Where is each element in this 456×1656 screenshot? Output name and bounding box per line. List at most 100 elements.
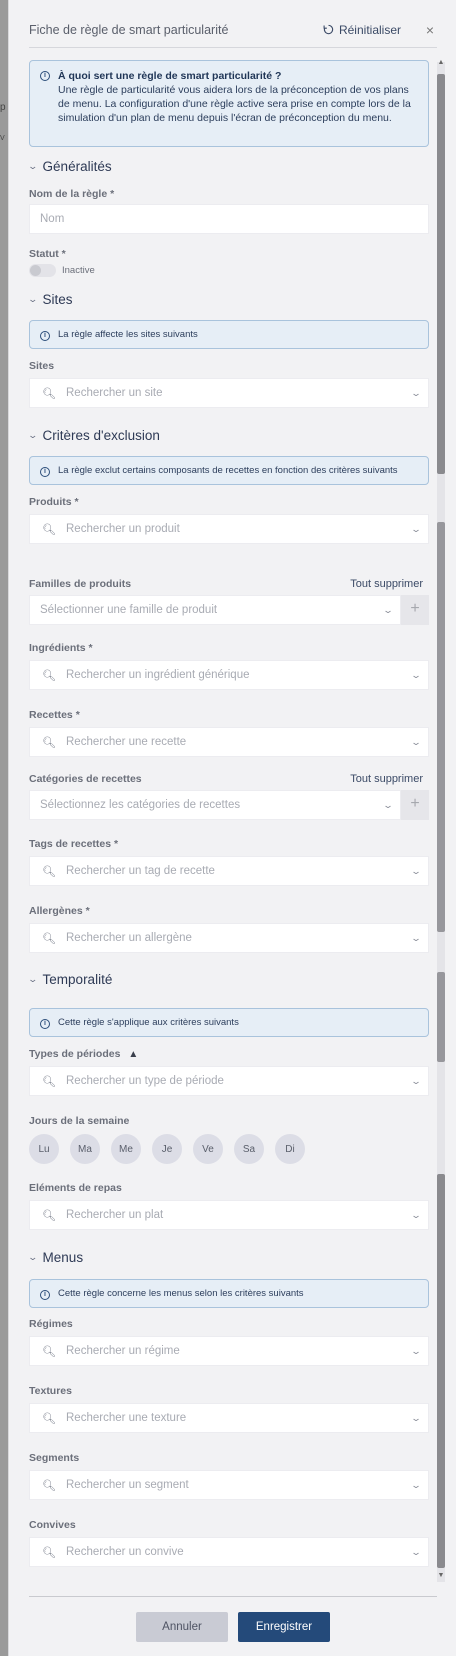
info-icon: i xyxy=(40,1289,50,1300)
section-menus[interactable]: ⌄ Menus xyxy=(29,1246,429,1268)
chevron-down-icon[interactable]: ⌄ xyxy=(370,605,406,616)
recipe-tags-label: Tags de recettes * xyxy=(29,838,119,850)
scrollbar-thumb[interactable] xyxy=(437,522,445,932)
chevron-down-icon[interactable]: ⌄ xyxy=(398,933,434,944)
scrollbar[interactable]: ▲ ▼ xyxy=(437,59,445,1582)
save-button[interactable]: Enregistrer xyxy=(238,1611,330,1642)
families-label: Familles de produits Tout supprimer xyxy=(29,578,423,590)
sites-info-box: i La règle affecte les sites suivants xyxy=(29,320,429,349)
scroll-up-icon[interactable]: ▲ xyxy=(437,59,445,66)
weekday-saturday[interactable]: Sa xyxy=(234,1134,264,1164)
section-sites[interactable]: ⌄ Sites xyxy=(29,288,429,310)
chevron-down-icon[interactable]: ⌄ xyxy=(398,1346,434,1357)
section-exclusion[interactable]: ⌄ Critères d'exclusion xyxy=(29,424,429,446)
ingredients-label: Ingrédients * xyxy=(29,642,93,654)
scrollbar-thumb[interactable] xyxy=(437,972,445,1062)
reset-button[interactable]: Réinitialiser xyxy=(323,23,401,37)
reset-icon xyxy=(323,24,334,35)
families-clear-link[interactable]: Tout supprimer xyxy=(350,578,423,590)
status-label: Statut * xyxy=(29,248,66,260)
weekday-wednesday[interactable]: Me xyxy=(111,1134,141,1164)
chevron-down-icon[interactable]: ⌄ xyxy=(398,670,434,681)
panel-footer: Annuler Enregistrer xyxy=(29,1596,437,1656)
search-icon: 🔍︎ xyxy=(42,1209,56,1222)
scroll-down-icon[interactable]: ▼ xyxy=(437,1572,445,1579)
rule-name-placeholder: Nom xyxy=(40,213,65,225)
cancel-button[interactable]: Annuler xyxy=(136,1611,228,1642)
chevron-down-icon[interactable]: ⌄ xyxy=(398,1076,434,1087)
allergens-select[interactable]: 🔍︎ Rechercher un allergène ⌄ xyxy=(29,923,429,953)
close-icon[interactable]: × xyxy=(423,22,437,38)
periods-select[interactable]: 🔍︎ Rechercher un type de période ⌄ xyxy=(29,1066,429,1096)
search-icon: 🔍︎ xyxy=(42,932,56,945)
sites-label: Sites xyxy=(29,360,55,372)
chevron-down-icon[interactable]: ⌄ xyxy=(398,388,434,399)
chevron-down-icon: ⌄ xyxy=(29,294,38,305)
intro-info-box: i À quoi sert une règle de smart particu… xyxy=(29,60,429,147)
weekday-thursday[interactable]: Je xyxy=(152,1134,182,1164)
section-exclusion-title: Critères d'exclusion xyxy=(42,427,160,443)
families-placeholder: Sélectionner une famille de produit xyxy=(40,604,218,616)
recipe-categories-select[interactable]: Sélectionnez les catégories de recettes … xyxy=(29,790,401,820)
search-icon: 🔍︎ xyxy=(42,523,56,536)
weekday-tuesday[interactable]: Ma xyxy=(70,1134,100,1164)
meal-elements-placeholder: Rechercher un plat xyxy=(66,1209,164,1221)
sites-info-text: La règle affecte les sites suivants xyxy=(58,328,198,340)
guests-placeholder: Rechercher un convive xyxy=(66,1546,184,1558)
scrollbar-thumb[interactable] xyxy=(437,74,445,474)
chevron-down-icon: ⌄ xyxy=(29,161,38,172)
status-toggle[interactable]: Inactive xyxy=(29,264,429,277)
chevron-down-icon[interactable]: ⌄ xyxy=(398,524,434,535)
form-scroll-area[interactable]: i À quoi sert une règle de smart particu… xyxy=(29,48,437,1596)
temporality-info-text: Cette règle s'applique aux critères suiv… xyxy=(58,1016,239,1028)
chevron-down-icon[interactable]: ⌄ xyxy=(398,1480,434,1491)
chevron-down-icon[interactable]: ⌄ xyxy=(398,1210,434,1221)
meal-elements-select[interactable]: 🔍︎ Rechercher un plat ⌄ xyxy=(29,1200,429,1230)
rule-name-input[interactable]: Nom xyxy=(29,204,429,234)
chevron-down-icon: ⌄ xyxy=(29,1252,38,1263)
search-icon: 🔍︎ xyxy=(42,1479,56,1492)
recipe-categories-clear-link[interactable]: Tout supprimer xyxy=(350,773,423,785)
recipe-tags-select[interactable]: 🔍︎ Rechercher un tag de recette ⌄ xyxy=(29,856,429,886)
info-icon: i xyxy=(40,330,50,341)
info-icon: i xyxy=(40,1018,50,1029)
weekday-friday[interactable]: Ve xyxy=(193,1134,223,1164)
segments-select[interactable]: 🔍︎ Rechercher un segment ⌄ xyxy=(29,1470,429,1500)
textures-label: Textures xyxy=(29,1385,72,1397)
section-general[interactable]: ⌄ Généralités xyxy=(29,155,429,177)
menus-info-box: i Cette règle concerne les menus selon l… xyxy=(29,1279,429,1308)
section-sites-title: Sites xyxy=(42,291,73,307)
diets-label: Régimes xyxy=(29,1318,73,1330)
chevron-down-icon[interactable]: ⌄ xyxy=(370,800,406,811)
families-select[interactable]: Sélectionner une famille de produit ⌄ xyxy=(29,595,401,625)
segments-placeholder: Rechercher un segment xyxy=(66,1479,189,1491)
sites-select[interactable]: 🔍︎ Rechercher un site ⌄ xyxy=(29,378,429,408)
scrollbar-thumb[interactable] xyxy=(437,1174,445,1568)
chevron-down-icon: ⌄ xyxy=(29,974,38,985)
exclusion-info-text: La règle exclut certains composants de r… xyxy=(58,464,398,476)
chevron-down-icon: ⌄ xyxy=(29,430,38,441)
menus-info-text: Cette règle concerne les menus selon les… xyxy=(58,1287,304,1299)
chevron-down-icon[interactable]: ⌄ xyxy=(398,737,434,748)
families-row: Sélectionner une famille de produit ⌄ + xyxy=(29,595,429,625)
recipes-label: Recettes * xyxy=(29,709,80,721)
products-select[interactable]: 🔍︎ Rechercher un produit ⌄ xyxy=(29,514,429,544)
ingredients-select[interactable]: 🔍︎ Rechercher un ingrédient générique ⌄ xyxy=(29,660,429,690)
allergens-label: Allergènes * xyxy=(29,905,90,917)
guests-select[interactable]: 🔍︎ Rechercher un convive ⌄ xyxy=(29,1537,429,1567)
diets-select[interactable]: 🔍︎ Rechercher un régime ⌄ xyxy=(29,1336,429,1366)
status-switch[interactable] xyxy=(29,264,56,277)
chevron-down-icon[interactable]: ⌄ xyxy=(398,1547,434,1558)
textures-select[interactable]: 🔍︎ Rechercher une texture ⌄ xyxy=(29,1403,429,1433)
section-temporality[interactable]: ⌄ Temporalité xyxy=(29,968,429,990)
warning-icon: ▲ xyxy=(128,1049,139,1060)
recipes-select[interactable]: 🔍︎ Rechercher une recette ⌄ xyxy=(29,727,429,757)
chevron-down-icon[interactable]: ⌄ xyxy=(398,866,434,877)
weekday-monday[interactable]: Lu xyxy=(29,1134,59,1164)
chevron-down-icon[interactable]: ⌄ xyxy=(398,1413,434,1424)
textures-placeholder: Rechercher une texture xyxy=(66,1412,187,1424)
search-icon: 🔍︎ xyxy=(42,1075,56,1088)
weekday-sunday[interactable]: Di xyxy=(275,1134,305,1164)
info-icon: i xyxy=(40,466,50,477)
search-icon: 🔍︎ xyxy=(42,387,56,400)
